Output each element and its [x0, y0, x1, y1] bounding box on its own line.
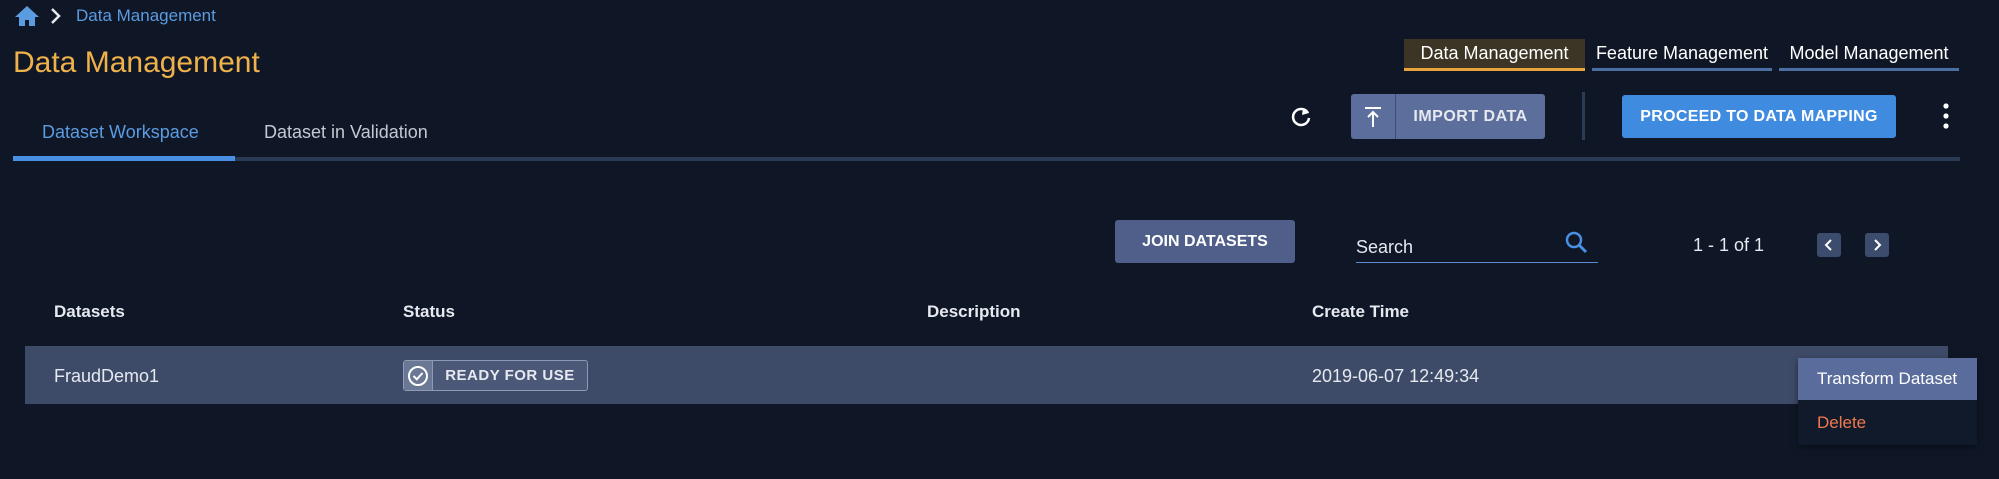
upload-icon — [1351, 94, 1396, 139]
chevron-left-icon[interactable] — [1817, 233, 1841, 257]
check-circle-icon — [404, 361, 433, 390]
import-data-button[interactable]: IMPORT DATA — [1351, 94, 1545, 139]
chevron-right-icon[interactable] — [1865, 233, 1889, 257]
dataset-name: FraudDemo1 — [54, 366, 160, 386]
column-header-datasets[interactable]: Datasets — [54, 302, 125, 322]
search-field — [1356, 228, 1598, 263]
home-icon[interactable] — [14, 5, 40, 27]
search-input[interactable] — [1356, 234, 1556, 260]
table-row[interactable] — [25, 346, 1948, 404]
more-vertical-icon[interactable] — [1938, 100, 1954, 132]
column-header-status[interactable]: Status — [403, 302, 455, 322]
row-context-menu: Transform Dataset Delete — [1798, 358, 1977, 445]
status-badge: READY FOR USE — [403, 360, 588, 391]
import-data-label: IMPORT DATA — [1413, 107, 1528, 125]
tab-dataset-workspace[interactable]: Dataset Workspace — [42, 122, 199, 143]
refresh-icon[interactable] — [1288, 104, 1314, 130]
breadcrumb-current[interactable]: Data Management — [76, 6, 216, 26]
nav-data-management[interactable]: Data Management — [1404, 39, 1585, 71]
tab-bar-divider — [13, 157, 1960, 161]
nav-model-management[interactable]: Model Management — [1779, 39, 1959, 71]
create-time: 2019-06-07 12:49:34 — [1312, 366, 1480, 386]
menu-item-transform-dataset[interactable]: Transform Dataset — [1798, 358, 1977, 400]
tab-dataset-in-validation[interactable]: Dataset in Validation — [264, 122, 428, 143]
column-header-description[interactable]: Description — [927, 302, 1021, 322]
toolbar-divider — [1582, 92, 1585, 140]
page-title: Data Management — [13, 46, 260, 79]
nav-feature-management[interactable]: Feature Management — [1592, 39, 1772, 71]
status-label: READY FOR USE — [445, 367, 575, 384]
join-datasets-button[interactable]: JOIN DATASETS — [1115, 220, 1295, 263]
menu-item-delete[interactable]: Delete — [1798, 402, 1977, 444]
tab-active-indicator — [13, 156, 235, 161]
search-icon[interactable] — [1564, 230, 1588, 254]
pagination-text: 1 - 1 of 1 — [1693, 235, 1765, 255]
column-header-create-time[interactable]: Create Time — [1312, 302, 1409, 322]
chevron-right-icon — [48, 7, 64, 25]
proceed-to-data-mapping-button[interactable]: PROCEED TO DATA MAPPING — [1622, 95, 1896, 138]
